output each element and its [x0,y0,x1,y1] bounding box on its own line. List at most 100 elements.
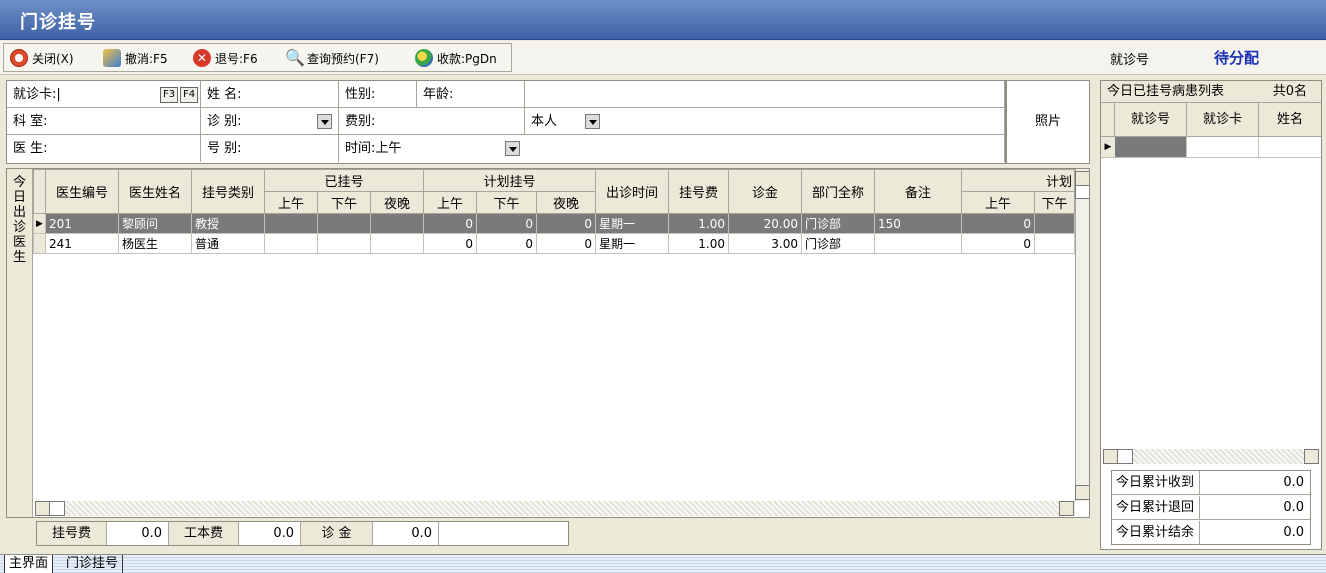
col-doctor-name[interactable]: 医生姓名 [118,169,192,214]
fee-type-dropdown-icon[interactable] [585,114,600,129]
age-field[interactable]: 年龄: [417,81,525,108]
cell-reg-fee[interactable]: 1.00 [668,213,729,234]
cell-reg-pm[interactable] [317,213,371,234]
col-card-no[interactable]: 就诊卡 [1187,103,1259,137]
cell-doctor-name[interactable]: 黎顾问 [118,213,192,234]
col-group-plan2: 计划 [961,169,1075,192]
cell-reg-am[interactable] [264,233,318,254]
cell-consult-fee[interactable]: 3.00 [728,233,802,254]
grid-horizontal-scrollbar[interactable] [35,501,1075,516]
reg-type-field[interactable]: 号 别: [201,135,339,162]
col-patient-name[interactable]: 姓名 [1259,103,1321,137]
cell-plan2-am[interactable]: 0 [961,233,1035,254]
card-input[interactable]: | [56,87,60,102]
col-reg-am[interactable]: 上午 [264,191,318,214]
book-fee-total-value: 0.0 [239,522,301,545]
patients-cell-card[interactable] [1187,137,1259,157]
patients-scroll-right-icon[interactable] [1304,449,1319,464]
col-plan2-am[interactable]: 上午 [961,191,1035,214]
col-reg-type[interactable]: 挂号类别 [191,169,265,214]
time-dropdown-icon[interactable] [505,141,520,156]
cell-plan-night[interactable]: 0 [536,213,596,234]
cell-plan-am[interactable]: 0 [423,233,477,254]
cell-reg-type[interactable]: 教授 [191,213,265,234]
cell-reg-night[interactable] [370,233,424,254]
today-doctors-side-tab[interactable]: 今日出诊医生 [7,169,33,517]
h-scroll-thumb[interactable] [49,501,65,516]
col-consult-fee[interactable]: 诊金 [728,169,802,214]
col-schedule[interactable]: 出诊时间 [595,169,669,214]
col-plan-am[interactable]: 上午 [423,191,477,214]
patients-scroll-thumb[interactable] [1117,449,1133,464]
col-plan2-pm[interactable]: 下午 [1034,191,1075,214]
clinic-type-field[interactable]: 诊 别: [201,108,339,135]
col-reg-night[interactable]: 夜晚 [370,191,424,214]
gender-field[interactable]: 性别: [339,81,417,108]
cell-dept[interactable]: 门诊部 [801,233,875,254]
name-field[interactable]: 姓 名: [201,81,339,108]
consult-total-value: 0.0 [373,522,439,545]
f3-button[interactable]: F3 [160,87,178,103]
scroll-down-icon[interactable] [1075,485,1089,500]
cell-consult-fee[interactable]: 20.00 [728,213,802,234]
scroll-thumb[interactable] [1075,185,1089,199]
summary-balance-value: 0.0 [1283,525,1304,540]
f4-button[interactable]: F4 [180,87,198,103]
patients-scroll-left-icon[interactable] [1103,449,1118,464]
fee-type-select[interactable]: 本人 [525,108,1005,135]
cell-dept[interactable]: 门诊部 [801,213,875,234]
clinic-type-dropdown-icon[interactable] [317,114,332,129]
patients-horizontal-scrollbar[interactable] [1103,449,1319,464]
cell-reg-pm[interactable] [317,233,371,254]
grid-vertical-scrollbar[interactable] [1075,169,1089,501]
col-doctor-id[interactable]: 医生编号 [45,169,119,214]
scroll-right-icon[interactable] [1059,501,1074,516]
clinic-type-label: 诊 别: [207,114,242,129]
cell-reg-night[interactable] [370,213,424,234]
tab-outpatient-registration[interactable]: 门诊挂号 [62,555,124,573]
close-button[interactable]: 关闭(X) [10,47,74,69]
cell-plan2-pm[interactable] [1034,213,1075,234]
patients-cell-visit[interactable] [1115,137,1187,157]
refund-button[interactable]: ✕ 退号:F6 [193,47,258,69]
col-reg-pm[interactable]: 下午 [317,191,371,214]
col-plan-night[interactable]: 夜晚 [536,191,596,214]
query-appointment-button[interactable]: 🔍 查询预约(F7) [285,47,379,69]
col-remark[interactable]: 备注 [874,169,962,214]
cell-plan-pm[interactable]: 0 [476,213,537,234]
charge-button[interactable]: 收款:PgDn [415,47,497,69]
doctor-field[interactable]: 医 生: [7,135,201,162]
cell-plan-am[interactable]: 0 [423,213,477,234]
cell-plan-night[interactable]: 0 [536,233,596,254]
tab-main[interactable]: 主界面 [4,555,54,573]
scroll-up-icon[interactable] [1075,171,1089,186]
col-plan-pm[interactable]: 下午 [476,191,537,214]
toolbar: 关闭(X) 撤消:F5 ✕ 退号:F6 🔍 查询预约(F7) 收款:PgDn 就… [0,41,1326,75]
cell-doctor-id[interactable]: 241 [45,233,119,254]
table-row[interactable]: 241 杨医生 普通 0 0 0 星期一 1.00 3.00 门诊部 0 [33,233,1075,254]
cell-plan2-pm[interactable] [1034,233,1075,254]
charge-label: 收款:PgDn [437,51,497,66]
table-row[interactable]: ▶ 201 黎顾问 教授 0 0 0 星期一 1.00 20.00 门诊部 15… [33,213,1075,234]
undo-button[interactable]: 撤消:F5 [103,47,168,69]
cell-plan2-am[interactable]: 0 [961,213,1035,234]
doctor-grid-panel: 今日出诊医生 医生编号 医生姓名 挂号类别 已挂号 计划挂号 出诊时间 挂号费 … [6,168,1090,518]
cell-schedule[interactable]: 星期一 [595,213,669,234]
col-reg-fee[interactable]: 挂号费 [668,169,729,214]
cell-schedule[interactable]: 星期一 [595,233,669,254]
cell-reg-am[interactable] [264,213,318,234]
scroll-left-icon[interactable] [35,501,50,516]
cell-reg-type[interactable]: 普通 [191,233,265,254]
cell-doctor-id[interactable]: 201 [45,213,119,234]
cell-plan-pm[interactable]: 0 [476,233,537,254]
col-visit-no[interactable]: 就诊号 [1115,103,1187,137]
cell-remark[interactable] [874,233,962,254]
department-field[interactable]: 科 室: [7,108,201,135]
cell-reg-fee[interactable]: 1.00 [668,233,729,254]
patients-table-row[interactable]: ▶ [1101,137,1321,158]
col-dept-full[interactable]: 部门全称 [801,169,875,214]
cell-doctor-name[interactable]: 杨医生 [118,233,192,254]
time-field[interactable]: 时间:上午 [339,135,1005,162]
cell-remark[interactable]: 150 [874,213,962,234]
eraser-icon [103,49,121,67]
